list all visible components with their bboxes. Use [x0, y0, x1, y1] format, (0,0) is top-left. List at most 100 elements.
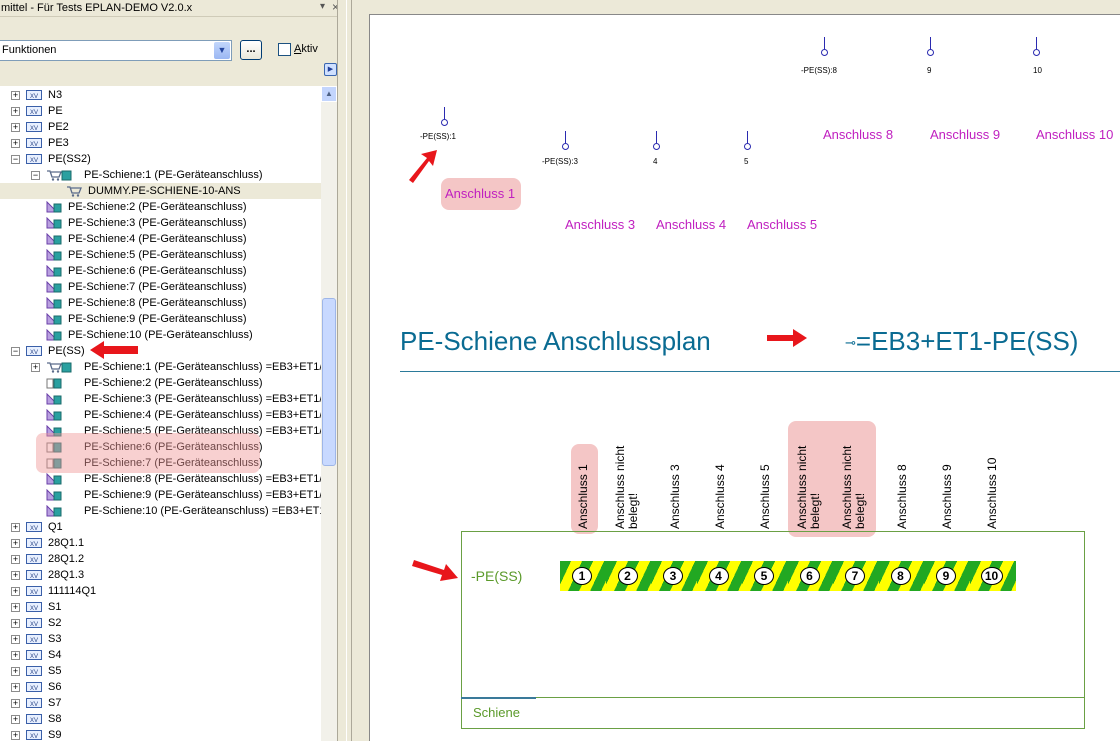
tree-item[interactable]: + XV 111114Q1 — [0, 583, 321, 599]
tree-item[interactable]: + XV S7 — [0, 695, 321, 711]
tree-item[interactable]: + XV Q1 — [0, 519, 321, 535]
tree-item[interactable]: PE-Schiene:8 (PE-Geräteanschluss) =EB3+E… — [0, 471, 321, 487]
pe-terminal[interactable]: 10 — [969, 561, 1016, 591]
tree-item[interactable]: − XV PE(SS2) — [0, 151, 321, 167]
tree-item-label: PE-Schiene:2 (PE-Geräteanschluss) — [68, 201, 247, 213]
connection-link[interactable]: Anschluss 1 — [445, 186, 515, 202]
tree-item[interactable]: PE-Schiene:3 (PE-Geräteanschluss) =EB3+E… — [0, 391, 321, 407]
pin-circle — [927, 49, 934, 56]
expand-icon[interactable]: + — [11, 107, 20, 116]
svg-text:XV: XV — [30, 686, 38, 692]
pin-icon[interactable]: ▾ — [320, 2, 328, 12]
expand-icon[interactable]: + — [31, 363, 40, 372]
tree-item[interactable]: DUMMY.PE-SCHIENE-10-ANS — [0, 183, 321, 199]
tree-item[interactable]: PE-Schiene:4 (PE-Geräteanschluss) — [0, 231, 321, 247]
tree-vertical-scrollbar[interactable]: ▲ — [321, 86, 337, 741]
tree-item-label: PE-Schiene:3 (PE-Geräteanschluss) =EB3+E… — [84, 393, 321, 405]
tree-item[interactable]: + XV S4 — [0, 647, 321, 663]
scroll-up-button[interactable]: ▲ — [321, 86, 337, 102]
active-checkbox[interactable] — [278, 43, 291, 56]
expand-icon[interactable]: + — [11, 571, 20, 580]
connection-link[interactable]: Anschluss 10 — [1036, 127, 1113, 143]
chevron-down-icon[interactable]: ▼ — [214, 42, 230, 59]
tree-item-label: PE-Schiene:4 (PE-Geräteanschluss) — [68, 233, 247, 245]
play-icon[interactable]: ▶ — [324, 63, 337, 76]
function-tree[interactable]: + XV N3 + XV PE + XV PE2 + XV PE3− XV PE(SS2) − PE-Schi… — [0, 86, 321, 741]
expand-icon[interactable]: + — [11, 91, 20, 100]
pe-terminal[interactable]: 7 — [833, 561, 879, 591]
expand-icon[interactable]: + — [11, 139, 20, 148]
expand-icon[interactable]: + — [11, 699, 20, 708]
pe-terminal[interactable]: 5 — [742, 561, 788, 591]
expand-icon[interactable]: + — [11, 123, 20, 132]
column-label-line: Anschluss 1 — [576, 464, 590, 529]
expand-icon[interactable]: + — [11, 539, 20, 548]
scroll-thumb[interactable] — [322, 298, 336, 466]
tree-item[interactable]: PE-Schiene:6 (PE-Geräteanschluss) — [0, 263, 321, 279]
tree-item[interactable]: − PE-Schiene:1 (PE-Geräteanschluss) — [0, 167, 321, 183]
connection-link[interactable]: Anschluss 3 — [565, 217, 635, 233]
tree-item[interactable]: + XV S8 — [0, 711, 321, 727]
tree-item[interactable]: PE-Schiene:3 (PE-Geräteanschluss) — [0, 215, 321, 231]
expand-icon[interactable]: + — [11, 635, 20, 644]
tree-item[interactable]: + XV S6 — [0, 679, 321, 695]
tree-item-label: 28Q1.2 — [48, 553, 85, 565]
tree-item[interactable]: + XV PE — [0, 103, 321, 119]
expand-icon[interactable]: + — [11, 651, 20, 660]
pe-terminal[interactable]: 3 — [651, 561, 697, 591]
filter-combobox[interactable]: Funktionen ▼ — [0, 40, 232, 61]
tree-item[interactable]: PE-Schiene:5 (PE-Geräteanschluss) — [0, 247, 321, 263]
pe-terminal[interactable]: 8 — [878, 561, 925, 591]
connection-link[interactable]: Anschluss 9 — [930, 127, 1000, 143]
tree-item[interactable]: PE-Schiene:2 (PE-Geräteanschluss) — [0, 375, 321, 391]
tree-item[interactable]: PE-Schiene:9 (PE-Geräteanschluss) — [0, 311, 321, 327]
tree-item[interactable]: + PE-Schiene:1 (PE-Geräteanschluss) =EB3+… — [0, 359, 321, 375]
tree-item[interactable]: + XV PE3 — [0, 135, 321, 151]
tree-item[interactable]: + XV 28Q1.1 — [0, 535, 321, 551]
tree-item[interactable]: + XV PE2 — [0, 119, 321, 135]
pe-terminal[interactable]: 1 — [560, 561, 606, 591]
column-label: Anschluss nicht belegt! — [840, 389, 871, 529]
tree-item-label: S7 — [48, 697, 62, 709]
tree-item[interactable]: PE-Schiene:9 (PE-Geräteanschluss) =EB3+E… — [0, 487, 321, 503]
pe-terminal[interactable]: 2 — [605, 561, 652, 591]
tree-item[interactable]: PE-Schiene:10 (PE-Geräteanschluss) — [0, 327, 321, 343]
tree-item[interactable]: PE-Schiene:10 (PE-Geräteanschluss) =EB3+… — [0, 503, 321, 519]
pe-terminal[interactable]: 9 — [924, 561, 970, 591]
tree-item[interactable]: + XV S5 — [0, 663, 321, 679]
tree-item[interactable]: + XV S1 — [0, 599, 321, 615]
expand-icon[interactable]: + — [11, 587, 20, 596]
connection-link[interactable]: Anschluss 8 — [823, 127, 893, 143]
expand-icon[interactable]: + — [11, 683, 20, 692]
expand-icon[interactable]: + — [11, 619, 20, 628]
tree-item[interactable]: − XV PE(SS) — [0, 343, 321, 359]
tree-item[interactable]: + XV 28Q1.3 — [0, 567, 321, 583]
pe-terminal[interactable]: 4 — [696, 561, 743, 591]
expand-icon[interactable]: + — [11, 715, 20, 724]
expand-icon[interactable]: + — [11, 523, 20, 532]
expand-icon[interactable]: + — [11, 667, 20, 676]
connection-link[interactable]: Anschluss 4 — [656, 217, 726, 233]
tree-item[interactable]: + XV 28Q1.2 — [0, 551, 321, 567]
pin-label: 4 — [653, 157, 658, 166]
tree-item[interactable]: + XV S2 — [0, 615, 321, 631]
link-icon: ⊸ — [845, 335, 856, 351]
tree-item[interactable]: PE-Schiene:4 (PE-Geräteanschluss) =EB3+E… — [0, 407, 321, 423]
expand-icon[interactable]: + — [11, 603, 20, 612]
tree-item[interactable]: + XV S9 — [0, 727, 321, 741]
collapse-icon[interactable]: − — [11, 155, 20, 164]
terminal-number: 8 — [890, 567, 911, 585]
expand-icon[interactable]: + — [11, 731, 20, 740]
filter-settings-button[interactable]: ... — [240, 40, 262, 60]
connection-link[interactable]: Anschluss 5 — [747, 217, 817, 233]
tree-item[interactable]: PE-Schiene:8 (PE-Geräteanschluss) — [0, 295, 321, 311]
collapse-icon[interactable]: − — [11, 347, 20, 356]
tree-item[interactable]: PE-Schiene:7 (PE-Geräteanschluss) — [0, 279, 321, 295]
expand-icon[interactable]: + — [11, 555, 20, 564]
tree-item[interactable]: + XV N3 — [0, 87, 321, 103]
tree-item[interactable]: + XV S3 — [0, 631, 321, 647]
tree-item[interactable]: PE-Schiene:2 (PE-Geräteanschluss) — [0, 199, 321, 215]
collapse-icon[interactable]: − — [31, 171, 40, 180]
pe-terminal[interactable]: 6 — [787, 561, 834, 591]
drawing-sheet[interactable]: -PE(SS):1 -PE(SS):3 4 5 -PE(SS):8 9 10 Anschlu… — [369, 14, 1120, 741]
